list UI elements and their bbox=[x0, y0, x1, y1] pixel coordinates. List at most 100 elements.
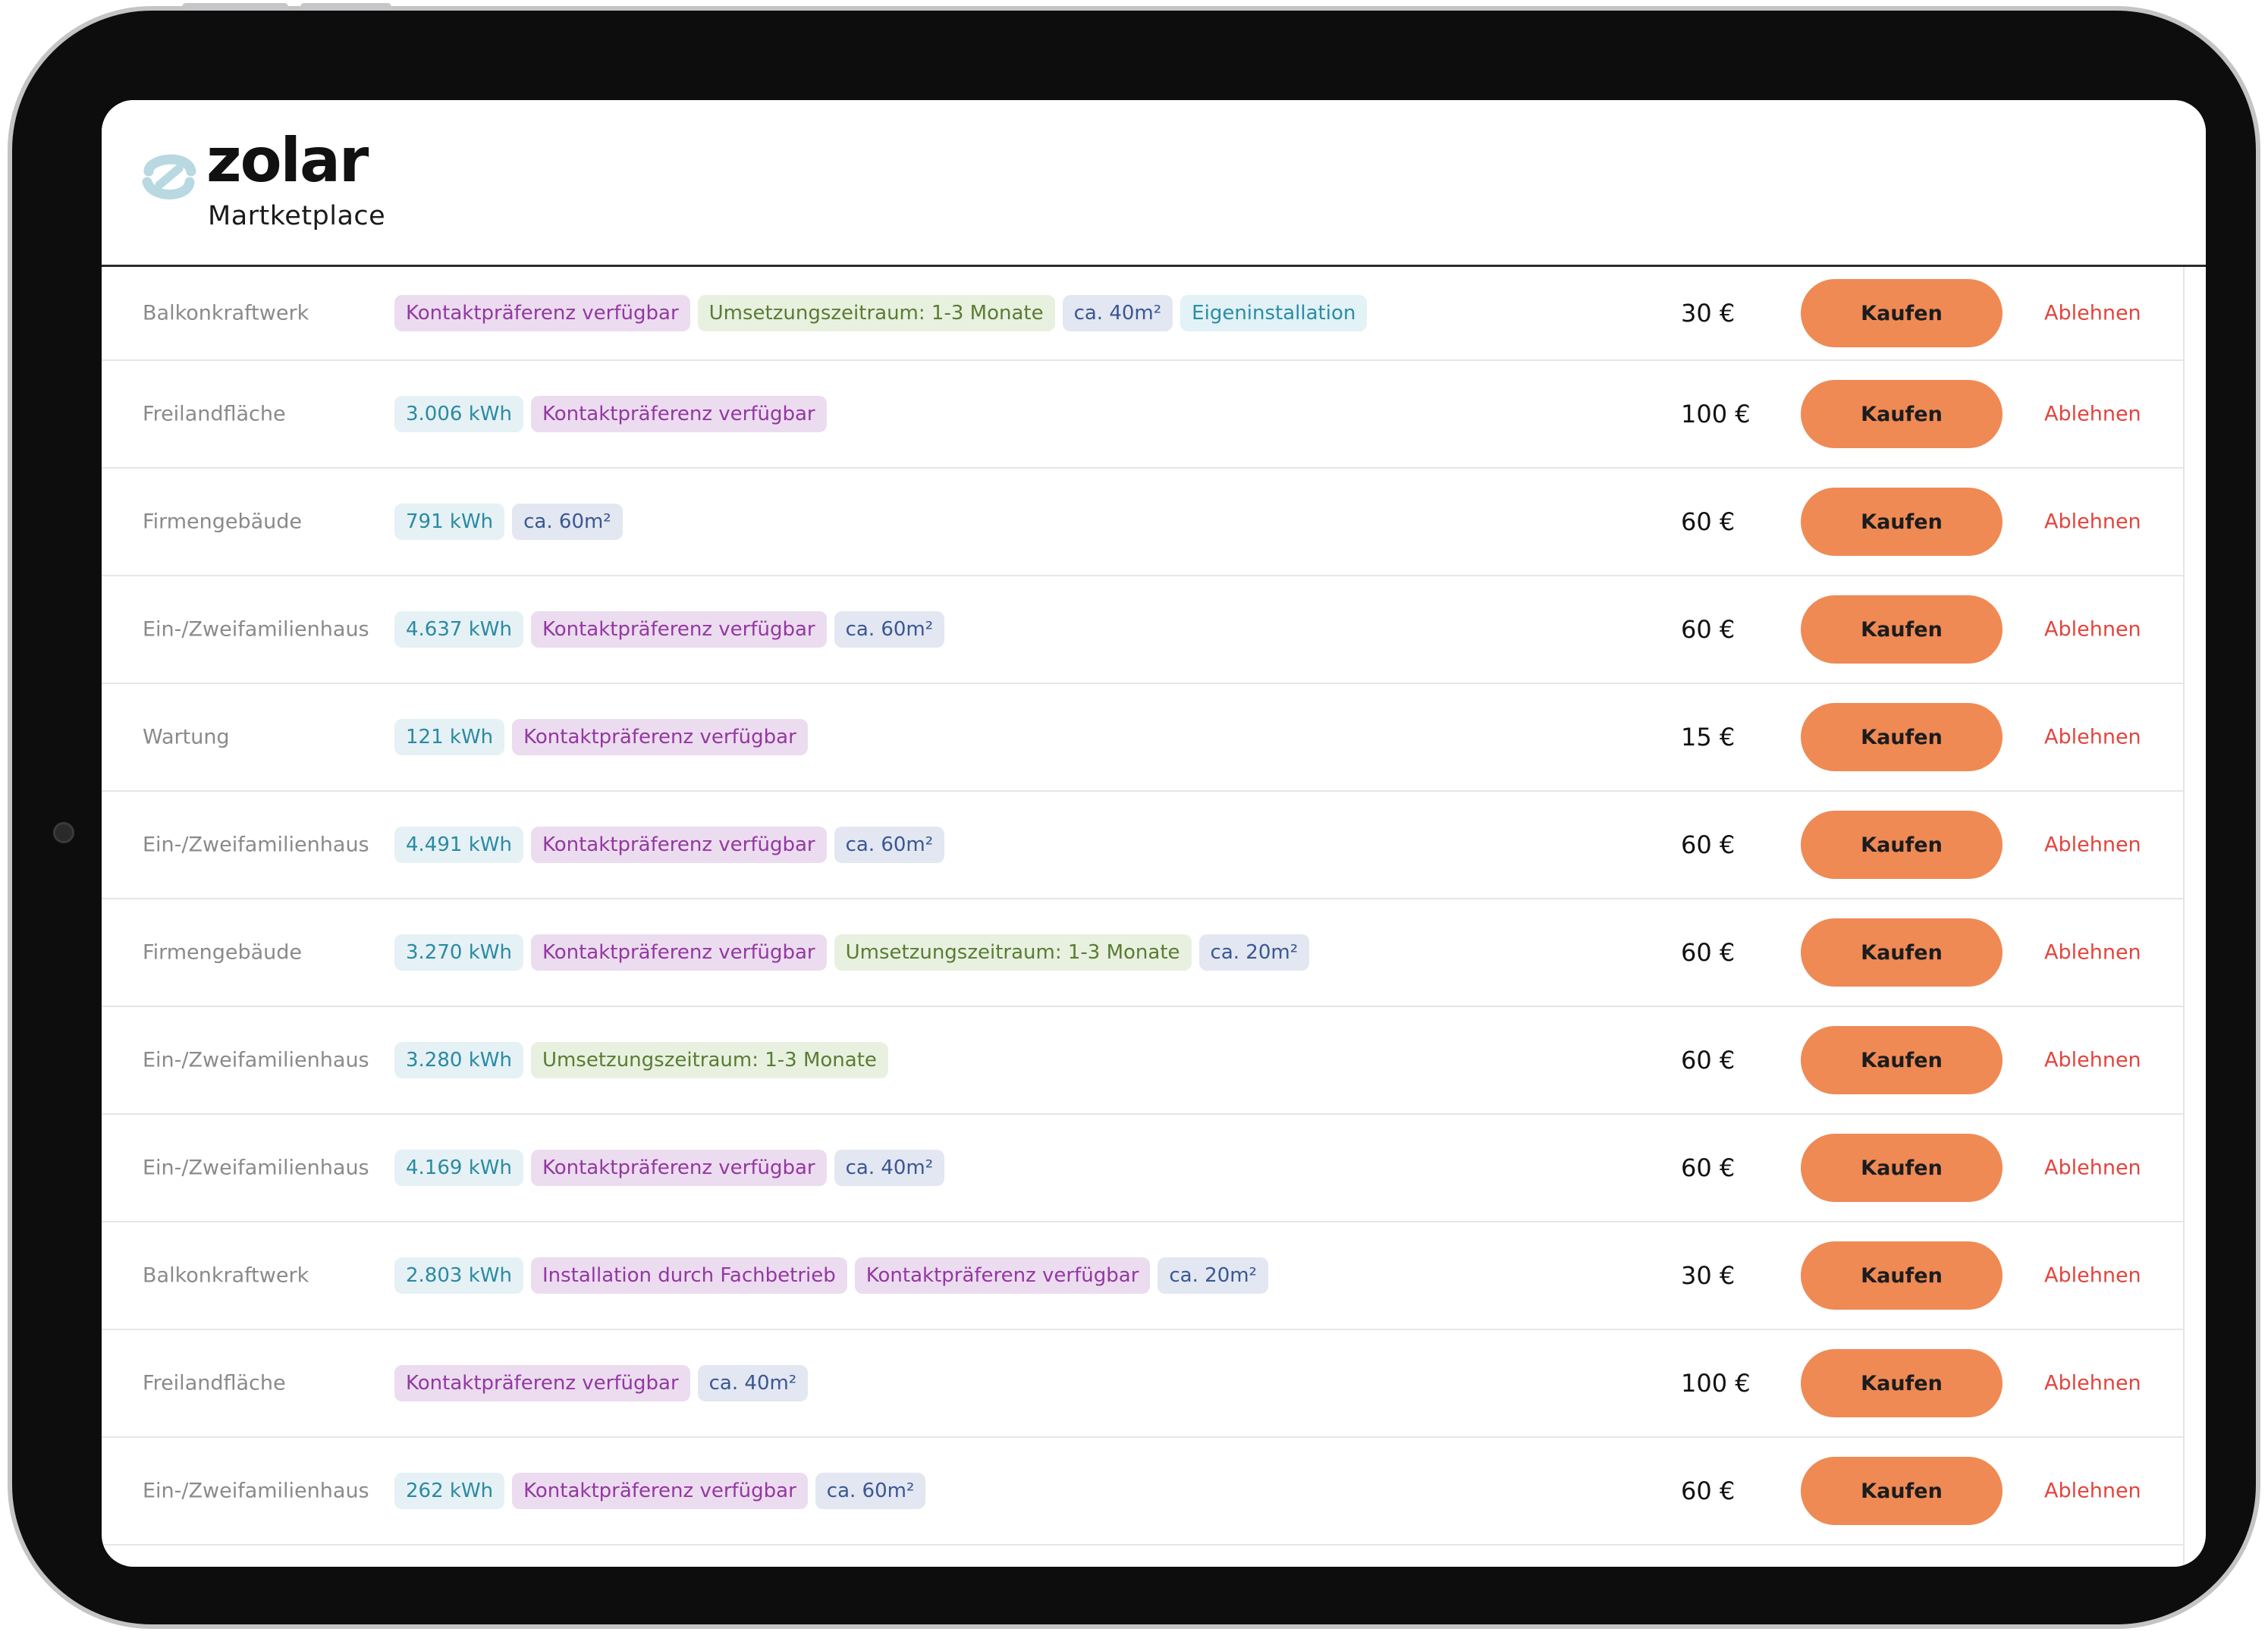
lead-tags: 3.280 kWh Umsetzungszeitraum: 1-3 Monate bbox=[394, 1042, 888, 1078]
lead-category: Freilandfläche bbox=[143, 1371, 286, 1395]
lead-tags: 2.803 kWh Installation durch Fachbetrieb K… bbox=[394, 1257, 1268, 1294]
lead-price: 100 € bbox=[1681, 1369, 1751, 1398]
hardware-button-top-right bbox=[300, 3, 391, 11]
lead-row: Ein-/Zweifamilienhaus 4.169 kWh Kontaktprä… bbox=[102, 1115, 2183, 1222]
lead-tags: 121 kWh Kontaktpräferenz verfügbar bbox=[394, 719, 808, 755]
tag-time: Umsetzungszeitraum: 1-3 Monate bbox=[530, 1042, 888, 1078]
reject-link[interactable]: Ablehnen bbox=[2044, 510, 2141, 534]
lead-price: 100 € bbox=[1681, 400, 1751, 428]
lead-price: 30 € bbox=[1681, 299, 1736, 328]
lead-tags: Kontaktpräferenz verfügbar ca. 40m² bbox=[394, 1365, 809, 1401]
lead-category: Balkonkraftwerk bbox=[143, 1263, 309, 1288]
tag-area: ca. 20m² bbox=[1198, 934, 1310, 971]
reject-link[interactable]: Ablehnen bbox=[2044, 833, 2141, 857]
reject-link[interactable]: Ablehnen bbox=[2044, 403, 2141, 426]
lead-row: Balkonkraftwerk Kontaktpräferenz verfügba… bbox=[102, 267, 2183, 361]
tag-time: Umsetzungszeitraum: 1-3 Monate bbox=[697, 295, 1055, 331]
lead-row: Wartung 121 kWh Kontaktpräferenz verfügbar… bbox=[102, 684, 2183, 792]
lead-category: Ein-/Zweifamilienhaus bbox=[143, 1479, 369, 1503]
buy-button[interactable]: Kaufen bbox=[1801, 1134, 2003, 1202]
tag-area: ca. 60m² bbox=[834, 827, 945, 863]
reject-link[interactable]: Ablehnen bbox=[2044, 302, 2141, 325]
buy-button[interactable]: Kaufen bbox=[1801, 595, 2003, 664]
lead-row: Ein-/Zweifamilienhaus 4.491 kWh Kontaktprä… bbox=[102, 792, 2183, 899]
lead-row: Freilandfläche Kontaktpräferenz verfügbar… bbox=[102, 1330, 2183, 1438]
lead-price: 60 € bbox=[1681, 938, 1736, 967]
tag-contact: Kontaktpräferenz verfügbar bbox=[530, 396, 827, 432]
lead-category: Firmengebäude bbox=[143, 940, 303, 965]
tag-contact: Kontaktpräferenz verfügbar bbox=[394, 295, 690, 331]
lead-row: Ein-/Zweifamilienhaus 4.637 kWh Kontaktprä… bbox=[102, 576, 2183, 684]
tag-area: ca. 40m² bbox=[1062, 295, 1173, 331]
buy-button[interactable]: Kaufen bbox=[1801, 811, 2003, 879]
tag-contact: Kontaktpräferenz verfügbar bbox=[530, 827, 827, 863]
lead-tags: 791 kWh ca. 60m² bbox=[394, 504, 623, 540]
lead-tags: 4.491 kWh Kontaktpräferenz verfügbar ca. 6… bbox=[394, 827, 945, 863]
zolar-logo-icon bbox=[142, 154, 196, 199]
lead-tags: 262 kWh Kontaktpräferenz verfügbar ca. 60m… bbox=[394, 1473, 926, 1509]
tag-kwh: 791 kWh bbox=[394, 504, 505, 540]
lead-row: Freilandfläche 3.006 kWh Kontaktpräferenz … bbox=[102, 361, 2183, 469]
reject-link[interactable]: Ablehnen bbox=[2044, 1480, 2141, 1503]
tag-contact: Kontaktpräferenz verfügbar bbox=[530, 611, 827, 648]
lead-price: 60 € bbox=[1681, 1153, 1736, 1182]
tag-area: ca. 60m² bbox=[834, 611, 945, 648]
buy-button[interactable]: Kaufen bbox=[1801, 918, 2003, 987]
lead-category: Wartung bbox=[143, 725, 230, 749]
tag-contact: Kontaktpräferenz verfügbar bbox=[512, 1473, 808, 1509]
lead-category: Ein-/Zweifamilienhaus bbox=[143, 1048, 369, 1072]
tablet-frame: zolar Martketplace Balkonkraftwerk Kontak… bbox=[8, 3, 2260, 1629]
tag-area: ca. 60m² bbox=[512, 504, 623, 540]
reject-link[interactable]: Ablehnen bbox=[2044, 618, 2141, 642]
tag-kwh: 4.169 kWh bbox=[394, 1150, 523, 1186]
tag-kwh: 121 kWh bbox=[394, 719, 505, 755]
tag-kwh: 262 kWh bbox=[394, 1473, 505, 1509]
lead-row: Balkonkraftwerk 2.803 kWh Installation dur… bbox=[102, 1222, 2183, 1330]
lead-price: 60 € bbox=[1681, 615, 1736, 644]
buy-button[interactable]: Kaufen bbox=[1801, 1457, 2003, 1525]
buy-button[interactable]: Kaufen bbox=[1801, 703, 2003, 771]
tag-area: ca. 60m² bbox=[815, 1473, 926, 1509]
lead-tags: 3.270 kWh Kontaktpräferenz verfügbar Umset… bbox=[394, 934, 1310, 971]
lead-row: Ein-/Zweifamilienhaus 3.280 kWh Umsetzungs… bbox=[102, 1007, 2183, 1115]
buy-button[interactable]: Kaufen bbox=[1801, 1241, 2003, 1310]
buy-button[interactable]: Kaufen bbox=[1801, 488, 2003, 556]
buy-button[interactable]: Kaufen bbox=[1801, 380, 2003, 448]
brand-subtitle: Martketplace bbox=[208, 201, 386, 231]
tag-kwh: 4.491 kWh bbox=[394, 827, 523, 863]
tag-time: Umsetzungszeitraum: 1-3 Monate bbox=[834, 934, 1192, 971]
lead-price: 60 € bbox=[1681, 1477, 1736, 1505]
app-header: zolar Martketplace bbox=[102, 100, 2206, 267]
tag-install: Installation durch Fachbetrieb bbox=[530, 1257, 847, 1294]
tag-kwh: 3.006 kWh bbox=[394, 396, 523, 432]
lead-price: 60 € bbox=[1681, 830, 1736, 859]
tag-area: ca. 40m² bbox=[834, 1150, 945, 1186]
reject-link[interactable]: Ablehnen bbox=[2044, 1049, 2141, 1072]
reject-link[interactable]: Ablehnen bbox=[2044, 726, 2141, 749]
tag-kwh: 3.270 kWh bbox=[394, 934, 523, 971]
app-screen: zolar Martketplace Balkonkraftwerk Kontak… bbox=[102, 100, 2206, 1567]
reject-link[interactable]: Ablehnen bbox=[2044, 1156, 2141, 1180]
lead-row: Ein-/Zweifamilienhaus 262 kWh Kontaktpräfe… bbox=[102, 1438, 2183, 1546]
buy-button[interactable]: Kaufen bbox=[1801, 1026, 2003, 1094]
lead-price: 15 € bbox=[1681, 723, 1736, 752]
lead-list: Balkonkraftwerk Kontaktpräferenz verfügba… bbox=[102, 267, 2185, 1567]
buy-button[interactable]: Kaufen bbox=[1801, 1349, 2003, 1417]
tag-area: ca. 40m² bbox=[697, 1365, 809, 1401]
lead-tags: 3.006 kWh Kontaktpräferenz verfügbar bbox=[394, 396, 827, 432]
hardware-button-top-left bbox=[182, 3, 288, 11]
tag-contact: Kontaktpräferenz verfügbar bbox=[394, 1365, 690, 1401]
lead-price: 60 € bbox=[1681, 1046, 1736, 1075]
reject-link[interactable]: Ablehnen bbox=[2044, 1264, 2141, 1288]
buy-button[interactable]: Kaufen bbox=[1801, 279, 2003, 347]
front-camera bbox=[53, 822, 74, 843]
tag-contact: Kontaktpräferenz verfügbar bbox=[854, 1257, 1151, 1294]
tag-area: ca. 20m² bbox=[1158, 1257, 1268, 1294]
lead-tags: Kontaktpräferenz verfügbar Umsetzungszeit… bbox=[394, 295, 1368, 331]
lead-price: 60 € bbox=[1681, 507, 1736, 536]
lead-category: Freilandfläche bbox=[143, 402, 286, 426]
lead-row: Firmengebäude 791 kWh ca. 60m² 60 € Kaufen Ab… bbox=[102, 469, 2183, 576]
lead-price: 30 € bbox=[1681, 1261, 1736, 1290]
reject-link[interactable]: Ablehnen bbox=[2044, 941, 2141, 965]
reject-link[interactable]: Ablehnen bbox=[2044, 1372, 2141, 1395]
